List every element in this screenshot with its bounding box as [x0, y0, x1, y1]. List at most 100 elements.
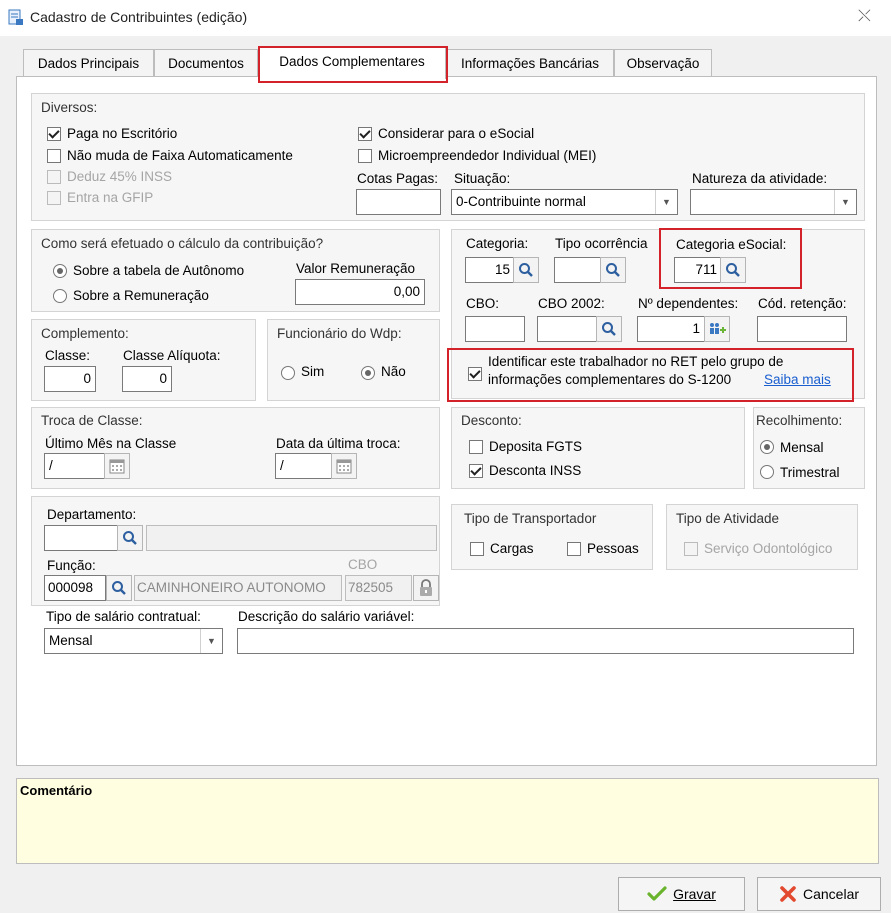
ret-text-line2: informações complementares do S-1200 [488, 372, 732, 387]
funcao-name-field: CAMINHONEIRO AUTONOMO [134, 575, 342, 601]
classe-input[interactable]: 0 [44, 366, 96, 392]
pessoas-checkbox[interactable] [567, 542, 581, 556]
transportador-title: Tipo de Transportador [464, 511, 597, 526]
departamento-code-input[interactable] [44, 525, 118, 551]
recolhimento-trimestral-radio[interactable] [760, 465, 774, 479]
cotas-input[interactable] [356, 189, 441, 215]
tipo-salario-select[interactable]: Mensal [44, 628, 223, 654]
gravar-button[interactable]: Gravar [618, 877, 745, 911]
desconto-title: Desconto: [461, 413, 522, 428]
data-troca-input[interactable]: / [275, 453, 332, 479]
close-icon[interactable]: ⤬ [858, 8, 871, 26]
tab-label: Dados Complementares [279, 54, 425, 69]
funcao-label: Função: [47, 558, 96, 573]
situacao-dropdown-icon[interactable]: ▼ [655, 190, 677, 214]
paga-escritorio-checkbox[interactable] [47, 127, 61, 141]
funcionario-sim-radio[interactable] [281, 366, 295, 380]
saiba-mais-link[interactable]: Saiba mais [764, 372, 831, 387]
odontologico-checkbox[interactable] [684, 542, 698, 556]
entra-gfip-checkbox[interactable] [47, 191, 61, 205]
retencao-input[interactable] [757, 316, 847, 342]
ultimo-mes-calendar-icon[interactable] [104, 453, 130, 479]
cancel-x-icon [780, 886, 796, 902]
tab-label: Dados Principais [37, 56, 140, 71]
tab-dados-complementares[interactable]: Dados Complementares [258, 47, 446, 79]
tab-observacao[interactable]: Observação [614, 49, 712, 77]
aliquota-input[interactable]: 0 [122, 366, 172, 392]
check-icon [647, 886, 667, 901]
tab-informacoes-bancarias[interactable]: Informações Bancárias [446, 49, 614, 77]
natureza-select[interactable] [690, 189, 857, 215]
cbo-lock-icon[interactable] [413, 575, 439, 601]
recolhimento-mensal-radio[interactable] [760, 440, 774, 454]
deduz-inss-checkbox[interactable] [47, 170, 61, 184]
sobre-autonomo-radio[interactable] [53, 264, 67, 278]
retencao-label: Cód. retenção: [758, 296, 847, 311]
tipo-salario-dropdown-icon[interactable]: ▼ [200, 629, 222, 653]
ultimo-mes-label: Último Mês na Classe [45, 436, 177, 451]
sobre-autonomo-label: Sobre a tabela de Autônomo [73, 263, 245, 278]
pessoas-label: Pessoas [587, 541, 639, 556]
tab-documentos[interactable]: Documentos [154, 49, 258, 77]
window-title: Cadastro de Contribuintes (edição) [30, 9, 248, 25]
app-icon [8, 9, 23, 25]
funcao-search-icon[interactable] [106, 575, 132, 601]
natureza-label: Natureza da atividade: [692, 171, 828, 186]
gravar-label: Gravar [673, 886, 716, 902]
departamento-name-field [146, 525, 437, 551]
departamento-search-icon[interactable] [117, 525, 143, 551]
funcao-code-input[interactable]: 000098 [44, 575, 106, 601]
tipo-ocorrencia-input[interactable] [554, 257, 602, 283]
considerar-esocial-checkbox[interactable] [358, 127, 372, 141]
data-troca-calendar-icon[interactable] [331, 453, 357, 479]
funcionario-sim-label: Sim [301, 364, 325, 379]
tipo-ocorrencia-search-icon[interactable] [600, 257, 626, 283]
tab-label: Informações Bancárias [460, 56, 600, 71]
categoria-search-icon[interactable] [513, 257, 539, 283]
nao-muda-faixa-label: Não muda de Faixa Automaticamente [67, 148, 293, 163]
paga-escritorio-label: Paga no Escritório [67, 126, 178, 141]
add-dependentes-icon[interactable] [704, 316, 730, 342]
deposita-fgts-label: Deposita FGTS [489, 439, 583, 454]
odontologico-label: Serviço Odontológico [704, 541, 833, 556]
comentario-area[interactable] [16, 778, 879, 864]
cbo2002-input[interactable] [537, 316, 597, 342]
recolhimento-title: Recolhimento: [756, 413, 843, 428]
cbo2002-search-icon[interactable] [596, 316, 622, 342]
deposita-fgts-checkbox[interactable] [469, 440, 483, 454]
atividade-title: Tipo de Atividade [676, 511, 780, 526]
desconta-inss-checkbox[interactable] [469, 464, 483, 478]
categoria-esocial-input[interactable]: 711 [674, 257, 722, 283]
mei-label: Microempreendedor Individual (MEI) [378, 148, 597, 163]
sobre-remuneracao-radio[interactable] [53, 289, 67, 303]
situacao-label: Situação: [454, 171, 511, 186]
funcionario-nao-label: Não [381, 364, 406, 379]
tab-label: Observação [626, 56, 700, 71]
mei-checkbox[interactable] [358, 149, 372, 163]
cargas-label: Cargas [490, 541, 534, 556]
valor-remuneracao-input[interactable]: 0,00 [295, 279, 425, 305]
cargas-checkbox[interactable] [470, 542, 484, 556]
cbo-input[interactable] [465, 316, 525, 342]
ultimo-mes-input[interactable]: / [44, 453, 106, 479]
comentario-label: Comentário [20, 783, 93, 798]
deduz-inss-label: Deduz 45% INSS [67, 169, 173, 184]
complemento-title: Complemento: [41, 326, 129, 341]
descricao-salario-input[interactable] [237, 628, 854, 654]
aliquota-label: Classe Alíquota: [123, 348, 221, 363]
diversos-title: Diversos: [41, 100, 98, 115]
identificar-ret-checkbox[interactable] [468, 367, 482, 381]
situacao-value: 0-Contribuinte normal [456, 194, 586, 209]
situacao-select[interactable]: 0-Contribuinte normal [451, 189, 678, 215]
dependentes-input[interactable]: 1 [637, 316, 705, 342]
funcao-cbo-label: CBO [348, 557, 378, 572]
funcionario-title: Funcionário do Wdp: [277, 326, 402, 341]
nao-muda-faixa-checkbox[interactable] [47, 149, 61, 163]
cancelar-button[interactable]: Cancelar [757, 877, 881, 911]
categoria-input[interactable]: 15 [465, 257, 515, 283]
categoria-esocial-search-icon[interactable] [720, 257, 746, 283]
cbo-label: CBO: [466, 296, 500, 311]
funcionario-nao-radio[interactable] [361, 366, 375, 380]
natureza-dropdown-icon[interactable]: ▼ [834, 190, 856, 214]
tab-dados-principais[interactable]: Dados Principais [23, 49, 154, 77]
